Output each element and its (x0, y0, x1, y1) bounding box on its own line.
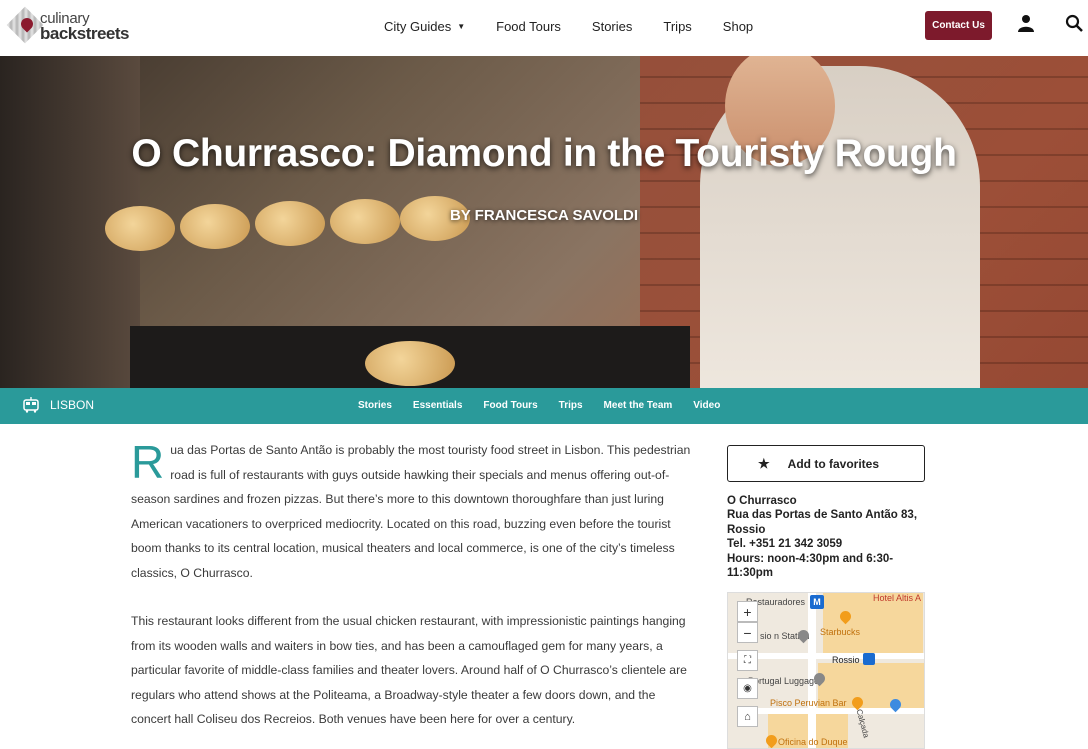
logo-text-line2: backstreets (40, 24, 130, 43)
subnav-meet-the-team[interactable]: Meet the Team (604, 400, 673, 411)
nav-shop-label: Shop (722, 19, 754, 34)
map-label-pisco: Pisco Peruvian Bar (770, 698, 847, 708)
hero-chicken (365, 341, 455, 386)
subnav-video[interactable]: Video (693, 400, 720, 411)
venue-phone[interactable]: Tel. +351 21 342 3059 (727, 537, 927, 551)
home-icon[interactable]: ⌂ (737, 706, 758, 727)
map-label-starbucks: Starbucks (820, 627, 861, 637)
main-nav: City Guides ▼ Food Tours Stories Trips S… (384, 19, 784, 34)
nav-city-guides-label: City Guides (384, 19, 452, 34)
subnav-essentials[interactable]: Essentials (413, 400, 462, 411)
subnav-food-tours[interactable]: Food Tours (483, 400, 537, 411)
map-road (758, 708, 924, 714)
add-to-favorites-label: Add to favorites (787, 456, 879, 471)
user-icon[interactable] (1017, 14, 1035, 32)
venue-name: O Churrasco (727, 495, 797, 507)
nav-city-guides[interactable]: City Guides ▼ (384, 19, 465, 34)
chevron-down-icon: ▼ (457, 22, 466, 31)
hero-image: O Churrasco: Diamond in the Touristy Rou… (0, 56, 1088, 388)
map-zoom-out-button[interactable]: − (737, 622, 758, 643)
city-subnav-links: Stories Essentials Food Tours Trips Meet… (358, 400, 741, 411)
venue-info: O Churrasco Rua das Portas de Santo Antã… (727, 494, 927, 580)
nav-trips-label: Trips (663, 19, 692, 34)
site-logo[interactable]: culinary backstreets (6, 6, 140, 48)
article-author[interactable]: BY FRANCESCA SAVOLDI (0, 207, 1088, 224)
train-station-icon[interactable] (863, 653, 875, 665)
metro-icon: M (810, 595, 824, 609)
nav-stories[interactable]: Stories (592, 19, 632, 34)
article-paragraph-text: ua das Portas de Santo Antão is probably… (131, 443, 691, 580)
nav-stories-label: Stories (591, 19, 633, 34)
venue-address: Rua das Portas de Santo Antão 83, Rossio (727, 509, 918, 536)
map-label-oficina: Oficina do Duque (778, 737, 848, 747)
locate-icon[interactable]: ◉ (737, 678, 758, 699)
fullscreen-icon[interactable]: ⛶ (737, 650, 758, 671)
add-to-favorites-button[interactable]: ★ Add to favorites (727, 445, 925, 482)
venue-hours: Hours: noon-4:30pm and 6:30-11:30pm (727, 552, 894, 580)
nav-shop[interactable]: Shop (723, 19, 753, 34)
map-label-hotel: Hotel Altis A (873, 593, 922, 603)
map-zoom-in-button[interactable]: + (737, 601, 758, 622)
subnav-stories[interactable]: Stories (358, 400, 392, 411)
city-label[interactable]: LISBON (50, 398, 94, 412)
nav-food-tours[interactable]: Food Tours (496, 19, 561, 34)
star-icon: ★ (758, 455, 770, 471)
map-label-luggage: Portugal Luggage (748, 676, 820, 686)
site-header: culinary backstreets City Guides ▼ Food … (0, 0, 1088, 56)
article-body: Rua das Portas de Santo Antão is probabl… (131, 438, 697, 749)
search-icon[interactable] (1065, 14, 1083, 32)
nav-food-tours-label: Food Tours (496, 19, 561, 34)
venue-map[interactable]: Restauradores M Hotel Altis A sio n Stat… (727, 592, 925, 749)
article-title: O Churrasco: Diamond in the Touristy Rou… (131, 132, 957, 175)
map-road (808, 593, 816, 748)
contact-us-button[interactable]: Contact Us (925, 11, 992, 40)
subnav-trips[interactable]: Trips (559, 400, 583, 411)
article-paragraph: Rua das Portas de Santo Antão is probabl… (131, 438, 697, 585)
nav-trips[interactable]: Trips (663, 19, 691, 34)
map-label-rossio: Rossio (832, 655, 860, 665)
tram-icon (23, 397, 39, 413)
article-paragraph: This restaurant looks different from the… (131, 614, 687, 726)
city-subnav: LISBON Stories Essentials Food Tours Tri… (0, 388, 1088, 424)
drop-cap: R (131, 436, 165, 488)
